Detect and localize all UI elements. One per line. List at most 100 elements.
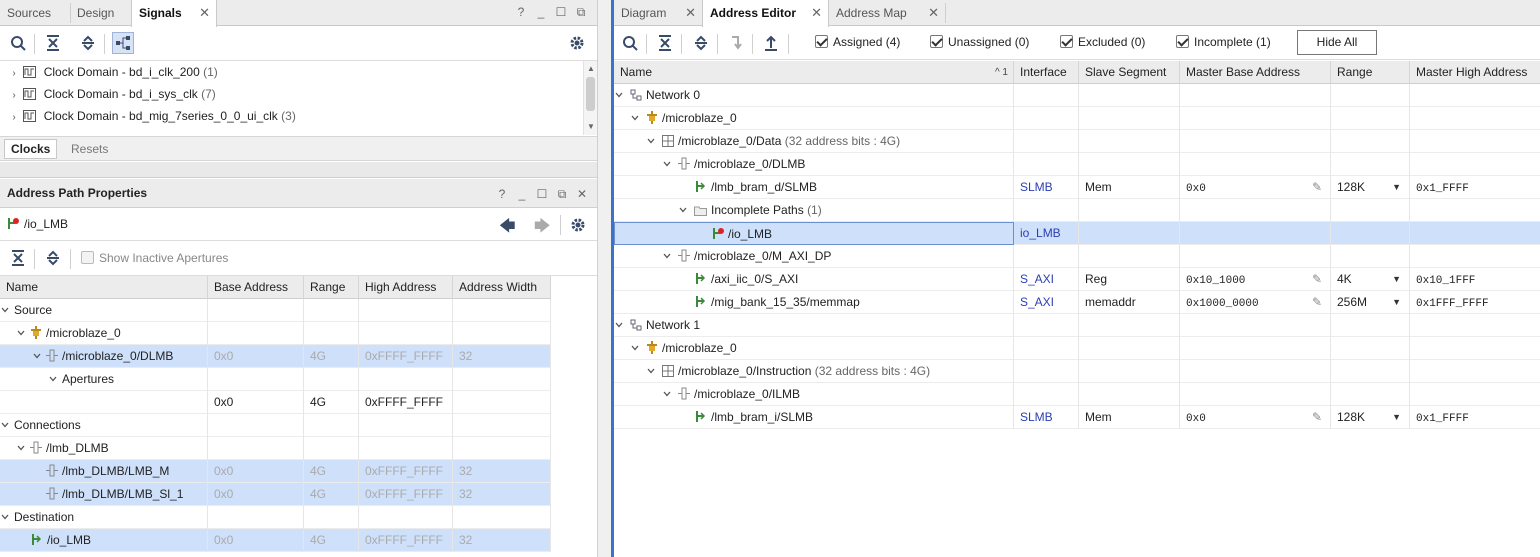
tab-diagram[interactable]: Diagram ✕	[614, 0, 702, 26]
chevron-down-icon[interactable]	[662, 251, 672, 261]
close-icon[interactable]: ✕	[811, 0, 822, 26]
table-row[interactable]: Network 0	[614, 84, 1540, 107]
table-row[interactable]: /lmb_DLMB	[0, 437, 551, 460]
cell-master-base-address[interactable]: 0x1000_0000 ✎	[1180, 291, 1331, 314]
dropdown-arrow-icon[interactable]: ▼	[1392, 291, 1401, 314]
hierarchy-icon[interactable]	[112, 32, 134, 54]
list-item[interactable]: › Clock Domain - bd_i_sys_clk (7)	[8, 83, 215, 106]
close-icon[interactable]: ✕	[574, 186, 590, 202]
show-inactive-checkbox[interactable]: Show Inactive Apertures	[81, 251, 228, 265]
edit-pencil-icon[interactable]: ✎	[1312, 406, 1322, 429]
col-high-address[interactable]: High Address	[359, 276, 453, 299]
chevron-down-icon[interactable]	[678, 205, 688, 215]
gear-icon[interactable]	[566, 32, 588, 54]
chevron-down-icon[interactable]	[0, 305, 10, 315]
search-icon[interactable]	[7, 32, 29, 54]
edit-pencil-icon[interactable]: ✎	[1312, 291, 1322, 314]
col-master-high-address[interactable]: Master High Address	[1410, 61, 1540, 84]
tab-address-editor[interactable]: Address Editor ✕	[702, 0, 829, 27]
tab-address-map[interactable]: Address Map ✕	[829, 0, 945, 26]
float-icon[interactable]: ⧉	[554, 186, 570, 202]
chevron-down-icon[interactable]	[646, 366, 656, 376]
splitter[interactable]	[597, 0, 612, 557]
maximize-icon[interactable]: ☐	[553, 4, 569, 20]
col-range[interactable]: Range	[1331, 61, 1410, 84]
chevron-down-icon[interactable]	[630, 113, 640, 123]
expand-all-icon[interactable]	[77, 32, 99, 54]
table-row[interactable]: /axi_iic_0/S_AXI S_AXI Reg 0x10_1000 ✎ 4K ▼ 0x1…	[614, 268, 1540, 291]
float-icon[interactable]: ⧉	[573, 4, 589, 20]
chevron-down-icon[interactable]	[32, 351, 42, 361]
col-name[interactable]: Name	[0, 276, 208, 299]
filter-excluded-checkbox[interactable]: Excluded (0)	[1060, 35, 1145, 49]
table-row[interactable]: /microblaze_0	[614, 107, 1540, 130]
edit-pencil-icon[interactable]: ✎	[1312, 268, 1322, 291]
cell-range[interactable]: 256M ▼	[1331, 291, 1410, 314]
close-icon[interactable]: ✕	[928, 0, 939, 26]
maximize-icon[interactable]: ☐	[534, 186, 550, 202]
table-row[interactable]: /lmb_bram_d/SLMB SLMB Mem 0x0 ✎ 128K ▼ 0x1_FFFF	[614, 176, 1540, 199]
dropdown-arrow-icon[interactable]: ▼	[1392, 176, 1401, 199]
table-row[interactable]: /microblaze_0/DLMB 0x0 4G 0xFFFF_FFFF 32	[0, 345, 551, 368]
help-icon[interactable]: ?	[513, 4, 529, 20]
table-row[interactable]: Connections	[0, 414, 551, 437]
chevron-down-icon[interactable]	[614, 320, 624, 330]
scrollbar[interactable]: ▲ ▼	[583, 61, 597, 135]
table-row[interactable]: /microblaze_0/Data (32 address bits : 4G…	[614, 130, 1540, 153]
list-item[interactable]: › Clock Domain - bd_mig_7series_0_0_ui_c…	[8, 105, 296, 128]
table-row[interactable]: /microblaze_0	[0, 322, 551, 345]
collapse-all-icon[interactable]	[42, 32, 64, 54]
table-row[interactable]: Destination	[0, 506, 551, 529]
table-row[interactable]: /lmb_bram_i/SLMB SLMB Mem 0x0 ✎ 128K ▼ 0x1_FFFF	[614, 406, 1540, 429]
exclude-icon[interactable]	[725, 32, 747, 54]
chevron-down-icon[interactable]	[0, 512, 10, 522]
dropdown-arrow-icon[interactable]: ▼	[1392, 406, 1401, 429]
table-row[interactable]: Apertures	[0, 368, 551, 391]
chevron-down-icon[interactable]	[630, 343, 640, 353]
cell-range[interactable]: 4K ▼	[1331, 268, 1410, 291]
table-row[interactable]: /microblaze_0	[614, 337, 1540, 360]
cell-master-base-address[interactable]: 0x10_1000 ✎	[1180, 268, 1331, 291]
forward-arrow-icon[interactable]: 🡆	[534, 215, 551, 242]
table-row[interactable]: /io_LMB 0x0 4G 0xFFFF_FFFF 32	[0, 529, 551, 552]
search-icon[interactable]	[619, 32, 641, 54]
chevron-down-icon[interactable]	[646, 136, 656, 146]
table-row[interactable]: /microblaze_0/DLMB	[614, 153, 1540, 176]
table-row[interactable]: /microblaze_0/Instruction (32 address bi…	[614, 360, 1540, 383]
table-row[interactable]: /lmb_DLMB/LMB_M 0x0 4G 0xFFFF_FFFF 32	[0, 460, 551, 483]
chevron-down-icon[interactable]	[48, 374, 58, 384]
help-icon[interactable]: ?	[494, 186, 510, 202]
cell-master-base-address[interactable]: 0x0 ✎	[1180, 406, 1331, 429]
minimize-icon[interactable]: _	[514, 186, 530, 202]
splitter[interactable]	[0, 162, 597, 178]
table-row[interactable]: /mig_bank_15_35/memmap S_AXI memaddr 0x1000…	[614, 291, 1540, 314]
col-master-base-address[interactable]: Master Base Address	[1180, 61, 1331, 84]
table-row[interactable]: /lmb_DLMB/LMB_Sl_1 0x0 4G 0xFFFF_FFFF 32	[0, 483, 551, 506]
collapse-all-icon[interactable]	[654, 32, 676, 54]
chevron-down-icon[interactable]	[614, 90, 624, 100]
gear-icon[interactable]	[570, 217, 586, 233]
filter-unassigned-checkbox[interactable]: Unassigned (0)	[930, 35, 1029, 49]
col-address-width[interactable]: Address Width	[453, 276, 551, 299]
chevron-down-icon[interactable]	[662, 389, 672, 399]
tab-resets[interactable]: Resets	[71, 139, 108, 159]
tab-signals[interactable]: Signals ✕	[131, 0, 217, 27]
table-row[interactable]: Incomplete Paths (1)	[614, 199, 1540, 222]
chevron-down-icon[interactable]	[662, 159, 672, 169]
chevron-down-icon[interactable]	[16, 443, 26, 453]
table-row[interactable]: Network 1	[614, 314, 1540, 337]
edit-pencil-icon[interactable]: ✎	[1312, 176, 1322, 199]
cell-master-base-address[interactable]: 0x0 ✎	[1180, 176, 1331, 199]
cell-range[interactable]: 128K ▼	[1331, 406, 1410, 429]
close-icon[interactable]: ✕	[199, 0, 210, 26]
tab-clocks[interactable]: Clocks	[4, 139, 58, 159]
collapse-all-icon[interactable]	[7, 247, 29, 269]
minimize-icon[interactable]: _	[533, 4, 549, 20]
include-icon[interactable]	[760, 32, 782, 54]
col-name[interactable]: Name ^ 1	[614, 61, 1014, 84]
filter-incomplete-checkbox[interactable]: Incomplete (1)	[1176, 35, 1271, 49]
tab-sources[interactable]: Sources	[0, 0, 70, 26]
table-row[interactable]: 0x0 4G 0xFFFF_FFFF	[0, 391, 551, 414]
dropdown-arrow-icon[interactable]: ▼	[1392, 268, 1401, 291]
col-interface[interactable]: Interface	[1014, 61, 1079, 84]
